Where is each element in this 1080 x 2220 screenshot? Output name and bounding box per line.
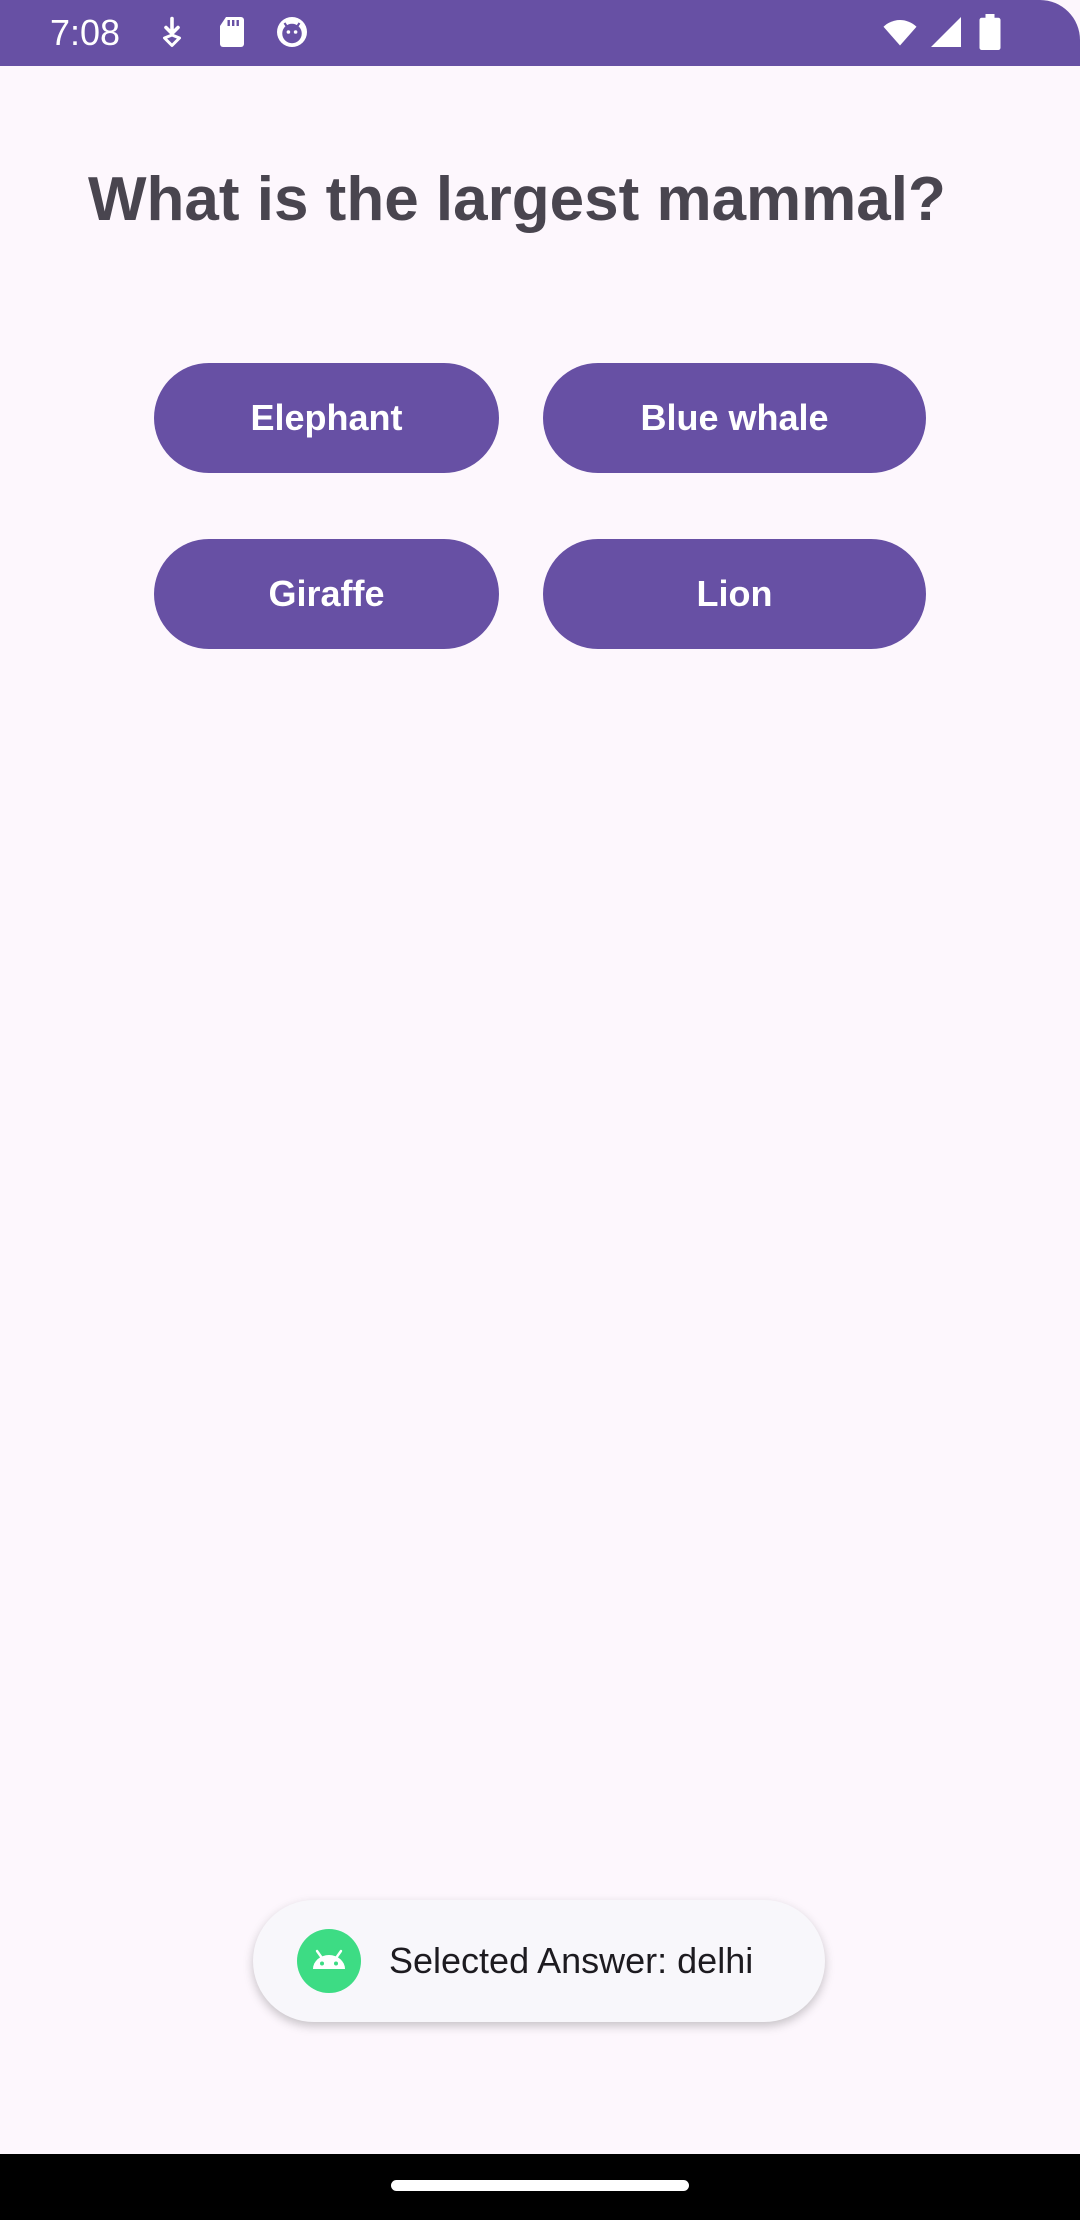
- android-icon: [297, 1929, 361, 1993]
- download-arrow-icon: [154, 14, 190, 50]
- answer-button-lion[interactable]: Lion: [543, 539, 926, 649]
- home-indicator[interactable]: [391, 2180, 689, 2191]
- wifi-icon: [880, 14, 920, 50]
- cellular-signal-icon: [928, 14, 964, 50]
- sd-card-icon: [214, 14, 250, 50]
- battery-icon: [976, 14, 1004, 50]
- question-title: What is the largest mammal?: [88, 165, 946, 234]
- toast-message: Selected Answer: delhi: [253, 1900, 825, 2022]
- android-face-icon: [274, 14, 310, 50]
- quiz-screen: 7:08 What is the largest mammal? Elephan…: [0, 0, 1080, 2220]
- status-bar: 7:08: [0, 0, 1080, 66]
- answer-button-elephant[interactable]: Elephant: [154, 363, 499, 473]
- toast-text: Selected Answer: delhi: [389, 1940, 754, 1981]
- navigation-bar: [0, 2154, 1080, 2220]
- status-time: 7:08: [50, 12, 121, 53]
- answer-button-blue-whale[interactable]: Blue whale: [543, 363, 926, 473]
- answer-button-giraffe[interactable]: Giraffe: [154, 539, 499, 649]
